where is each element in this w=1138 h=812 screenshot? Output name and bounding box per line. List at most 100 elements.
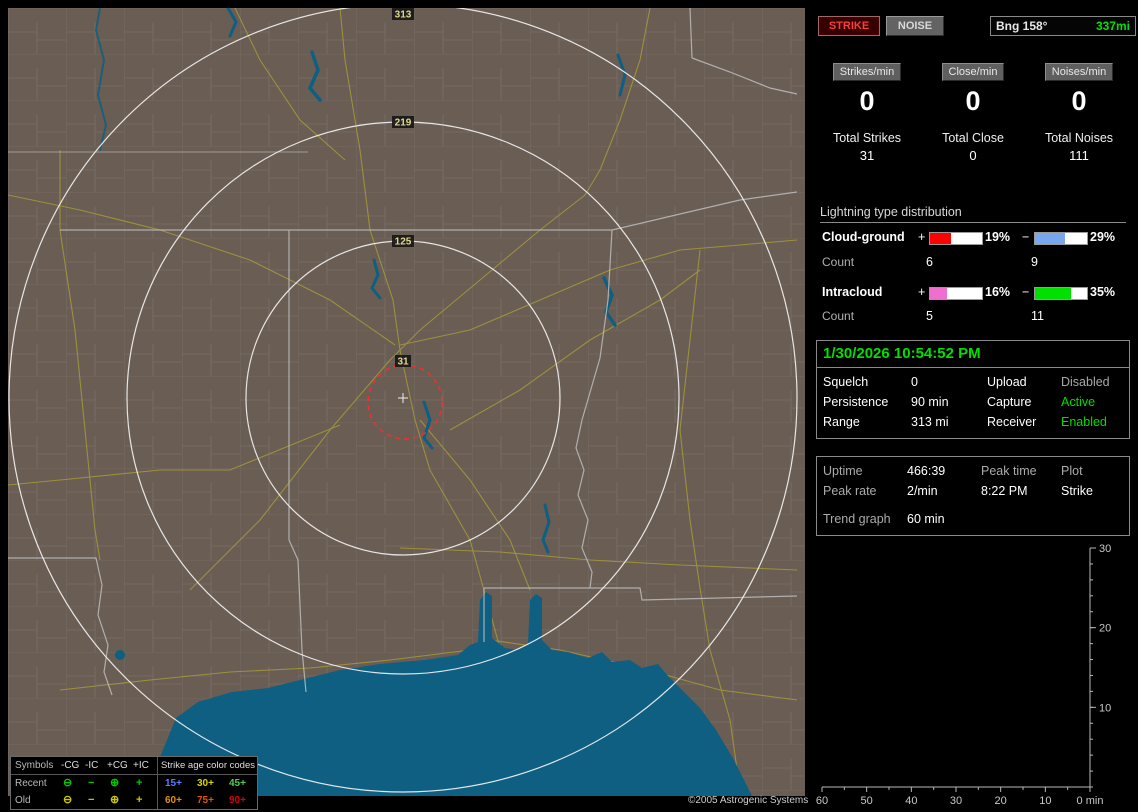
strike-legend: Symbols -CG -IC +CG +IC Strike age color… [10, 756, 258, 810]
age-15: 15+ [165, 778, 182, 789]
cg-positive-pct: 19% [985, 230, 1011, 244]
legend-age-header: Strike age color codes [161, 760, 255, 771]
close-per-min-button[interactable]: Close/min [941, 63, 1005, 81]
status-box: Uptime 466:39 Peak time Plot Peak rate 2… [816, 456, 1130, 536]
receiver-status: Enabled [1061, 415, 1107, 429]
legend-recent-label: Recent [15, 778, 47, 789]
plus-sign: + [918, 285, 926, 299]
ic-negative-bar [1034, 287, 1088, 300]
ic-negative-old-icon: − [88, 794, 95, 806]
legend-old-label: Old [15, 795, 31, 806]
svg-text:20: 20 [1099, 623, 1111, 635]
ic-count-label: Count [822, 309, 855, 323]
ic-positive-pct: 16% [985, 285, 1011, 299]
side-panel: STRIKE NOISE Bng 158° 337mi Strikes/min … [814, 8, 1136, 806]
bearing-distance: 337mi [1095, 19, 1130, 33]
ic-positive-old-icon: + [136, 794, 143, 806]
persistence-label: Persistence [823, 395, 889, 409]
peak-time-label: Peak time [981, 464, 1037, 478]
strikes-per-min-value: 0 [859, 86, 875, 116]
total-strikes-value: 31 [859, 148, 875, 163]
age-75: 75+ [197, 795, 214, 806]
age-60: 60+ [165, 795, 182, 806]
receiver-label: Receiver [987, 415, 1037, 429]
legend-col-ic-pos: +IC [133, 760, 149, 771]
range-value: 313 mi [911, 415, 949, 429]
cg-negative-old-icon: ⊖ [63, 794, 73, 806]
total-close-label: Total Close [942, 131, 1004, 145]
legend-col-ic-neg: -IC [85, 760, 99, 771]
cg-negative-recent-icon: ⊖ [63, 777, 73, 789]
svg-text:30: 30 [1099, 544, 1111, 555]
ring-label-31: 31 [397, 357, 409, 368]
map-canvas: 313 219 125 31 [7, 3, 805, 804]
cloud-ground-label: Cloud-ground [822, 230, 905, 244]
minus-sign: − [1022, 230, 1030, 244]
cg-positive-bar [929, 232, 983, 245]
uptime-value: 466:39 [907, 464, 946, 478]
peak-time-value: 8:22 PM [981, 484, 1028, 498]
age-30: 30+ [197, 778, 214, 789]
strikes-per-min-button[interactable]: Strikes/min [832, 63, 902, 81]
peak-rate-value: 2/min [907, 484, 938, 498]
range-label: Range [823, 415, 860, 429]
total-close-value: 0 [969, 148, 977, 163]
noise-toggle-button[interactable]: NOISE [886, 16, 944, 36]
svg-text:10: 10 [1099, 702, 1111, 714]
ic-positive-count: 5 [926, 309, 933, 323]
svg-text:0 min: 0 min [1077, 795, 1104, 806]
age-45: 45+ [229, 778, 246, 789]
upload-label: Upload [987, 375, 1027, 389]
lightning-map[interactable]: 313 219 125 31 [7, 3, 805, 804]
legend-col-cg-pos: +CG [107, 760, 128, 771]
minus-sign: − [1022, 285, 1030, 299]
copyright-text: ©2005 Astrogenic Systems [688, 795, 809, 806]
ic-positive-recent-icon: + [136, 777, 143, 789]
total-strikes-label: Total Strikes [832, 131, 902, 145]
ic-positive-bar [929, 287, 983, 300]
cg-positive-count: 6 [926, 255, 933, 269]
plot-mode-value: Strike [1061, 484, 1093, 498]
persistence-value: 90 min [911, 395, 949, 409]
peak-rate-label: Peak rate [823, 484, 877, 498]
legend-divider [157, 757, 158, 809]
uptime-label: Uptime [823, 464, 863, 478]
capture-label: Capture [987, 395, 1032, 409]
noises-per-min-button[interactable]: Noises/min [1044, 63, 1114, 81]
strike-toggle-button[interactable]: STRIKE [818, 16, 880, 36]
svg-text:30: 30 [950, 795, 962, 806]
settings-box: 1/30/2026 10:54:52 PM Squelch 0 Upload D… [816, 340, 1130, 439]
datetime-display: 1/30/2026 10:54:52 PM [817, 341, 1129, 368]
squelch-label: Squelch [823, 375, 869, 389]
ic-negative-recent-icon: − [88, 777, 95, 789]
trend-graph: 60 50 40 30 20 10 0 min 30 20 10 [816, 544, 1111, 806]
ring-label-125: 125 [395, 237, 412, 248]
intracloud-label: Intracloud [822, 285, 883, 299]
ic-negative-pct: 35% [1090, 285, 1116, 299]
close-per-min-value: 0 [965, 86, 981, 116]
squelch-value: 0 [911, 375, 918, 389]
legend-symbols-header: Symbols [15, 760, 54, 771]
ring-label-219: 219 [395, 118, 412, 129]
ring-label-313: 313 [395, 10, 412, 21]
capture-status: Active [1061, 395, 1096, 409]
bearing-value: Bng 158° [996, 19, 1048, 33]
cg-positive-old-icon: ⊕ [110, 794, 120, 806]
trend-graph-label: Trend graph [823, 512, 891, 526]
total-noises-value: 111 [1069, 148, 1089, 163]
ic-negative-count: 11 [1031, 309, 1044, 323]
cg-negative-count: 9 [1031, 255, 1038, 269]
svg-text:60: 60 [816, 795, 828, 806]
legend-col-cg-neg: -CG [61, 760, 80, 771]
trend-graph-value: 60 min [907, 512, 945, 526]
svg-text:50: 50 [861, 795, 873, 806]
svg-text:20: 20 [995, 795, 1007, 806]
plus-sign: + [918, 230, 926, 244]
age-90: 90+ [229, 795, 246, 806]
cg-count-label: Count [822, 255, 855, 269]
svg-text:40: 40 [905, 795, 917, 806]
cg-negative-pct: 29% [1090, 230, 1116, 244]
upload-status: Disabled [1061, 375, 1110, 389]
cg-negative-bar [1034, 232, 1088, 245]
cg-positive-recent-icon: ⊕ [110, 777, 120, 789]
